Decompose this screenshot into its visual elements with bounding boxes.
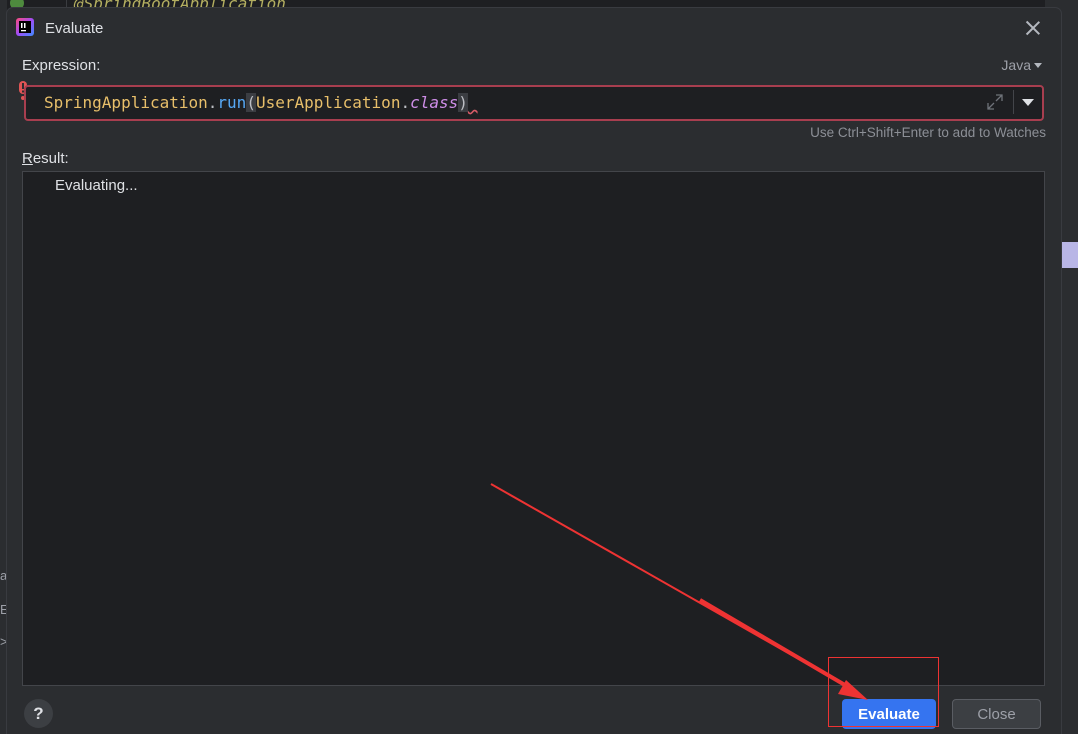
close-icon[interactable] — [1023, 18, 1043, 38]
result-status-text: Evaluating... — [55, 177, 138, 194]
language-select[interactable]: Java — [1001, 57, 1042, 73]
token-keyword: class — [410, 93, 459, 112]
token-dot-2: . — [400, 93, 411, 112]
result-tree[interactable]: Evaluating... — [22, 171, 1045, 686]
help-button[interactable]: ? — [24, 699, 53, 728]
close-button[interactable]: Close — [952, 699, 1041, 729]
expression-field[interactable]: SpringApplication.run(UserApplication.cl… — [24, 85, 1044, 121]
help-icon: ? — [33, 703, 44, 723]
token-close-paren: ) — [458, 93, 468, 112]
dropdown-arrow-icon[interactable] — [1014, 87, 1042, 119]
expand-icon[interactable] — [986, 93, 1004, 111]
annotation-highlight-box — [828, 657, 939, 727]
result-label: Result: — [22, 150, 69, 167]
token-class-name: SpringApplication — [44, 93, 208, 112]
dialog-title: Evaluate — [45, 20, 104, 37]
token-open-paren: ( — [246, 93, 256, 112]
scrollbar-thumb[interactable] — [1061, 242, 1078, 268]
expression-input[interactable]: SpringApplication.run(UserApplication.cl… — [44, 93, 478, 112]
result-mnemonic: R — [22, 150, 33, 167]
evaluate-dialog: Evaluate Expression: Java SpringApplicat… — [7, 8, 1061, 734]
chevron-down-icon — [1034, 63, 1042, 68]
left-tool-strip — [0, 0, 7, 734]
error-squiggle — [468, 93, 478, 112]
watches-hint: Use Ctrl+Shift+Enter to add to Watches — [810, 125, 1046, 140]
result-label-rest: esult: — [32, 150, 69, 167]
language-value: Java — [1001, 57, 1031, 73]
token-dot: . — [207, 93, 218, 112]
token-arg-class: UserApplication — [255, 93, 401, 112]
intellij-logo-icon — [16, 18, 34, 36]
token-method: run — [217, 93, 247, 112]
expression-label: Expression: — [22, 57, 101, 74]
dialog-titlebar[interactable]: Evaluate — [7, 8, 1061, 48]
